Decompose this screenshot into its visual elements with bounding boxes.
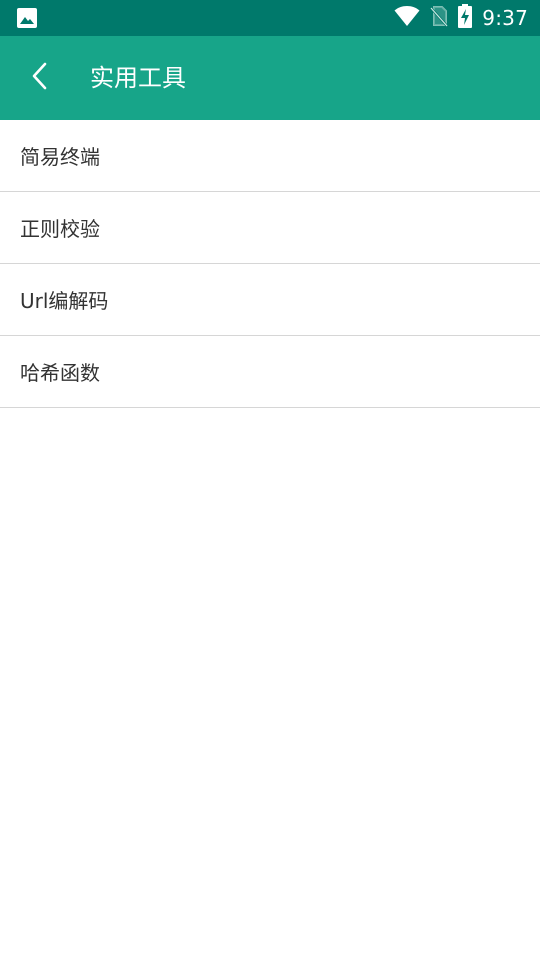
page-title: 实用工具	[90, 64, 186, 92]
list-item-hash-function[interactable]: 哈希函数	[0, 336, 540, 408]
image-notification-icon	[16, 7, 38, 29]
list-item-label: Url编解码	[20, 289, 109, 313]
app-bar: 实用工具	[0, 36, 540, 120]
battery-charging-icon	[458, 4, 473, 32]
list-item-url-codec[interactable]: Url编解码	[0, 264, 540, 336]
list-item-simple-terminal[interactable]: 简易终端	[0, 120, 540, 192]
back-chevron-icon	[30, 61, 50, 95]
list-item-label: 哈希函数	[20, 361, 100, 385]
no-sim-icon	[430, 5, 449, 31]
status-icons: 9:37	[394, 0, 528, 36]
back-button[interactable]	[20, 58, 60, 98]
wifi-icon	[394, 5, 420, 31]
list-item-label: 正则校验	[20, 217, 100, 241]
list-item-regex-check[interactable]: 正则校验	[0, 192, 540, 264]
list-item-label: 简易终端	[20, 145, 100, 169]
screen: 9:37 实用工具 简易终端 正则校验 Url编解码 哈希函数	[0, 0, 540, 960]
tools-list: 简易终端 正则校验 Url编解码 哈希函数	[0, 120, 540, 408]
status-bar: 9:37	[0, 0, 540, 36]
status-time: 9:37	[482, 6, 528, 30]
